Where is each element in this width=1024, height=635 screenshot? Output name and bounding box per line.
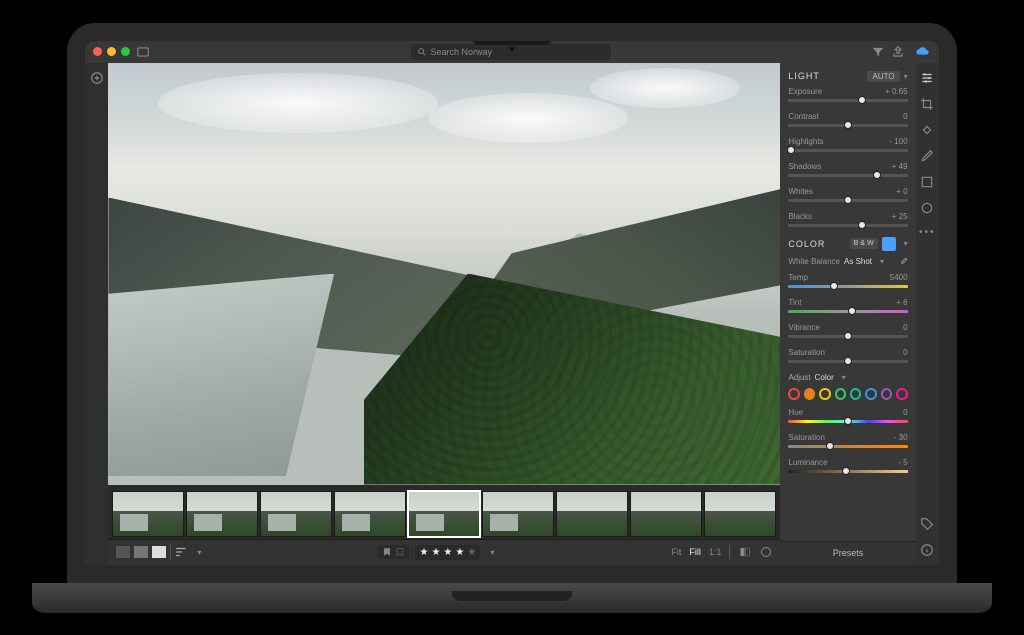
adjust-label: Adjust [788, 373, 810, 382]
presets-button[interactable]: Presets [780, 541, 915, 565]
slider-tint[interactable]: Tint+ 6 [788, 298, 907, 313]
tag-icon[interactable] [920, 517, 934, 531]
brush-icon[interactable] [920, 149, 934, 163]
thumb-5[interactable] [408, 491, 480, 537]
photo-canvas[interactable] [108, 63, 780, 485]
thumb-2[interactable] [186, 491, 258, 537]
zoom-ratio[interactable]: 1:1 [709, 547, 722, 557]
bottom-bar: ▾ ★★★★★ ▾ [108, 539, 780, 565]
tool-rail: ••• [916, 63, 939, 565]
info-panel-icon[interactable] [920, 543, 934, 557]
search-icon [417, 47, 427, 57]
thumb-6[interactable] [482, 491, 554, 537]
filter-icon[interactable] [871, 45, 885, 59]
edit-sliders-icon[interactable] [920, 71, 934, 85]
color-chevron-icon[interactable]: ▾ [904, 239, 908, 248]
left-rail [85, 63, 108, 565]
thumb-9[interactable] [704, 491, 776, 537]
flag-pick-icon[interactable] [382, 547, 392, 557]
color-section-title: COLOR [788, 239, 825, 249]
slider-exposure[interactable]: Exposure+ 0.65 [788, 87, 907, 102]
wb-label: White Balance [788, 257, 840, 266]
edit-panel: LIGHT AUTO ▾ Exposure+ 0.65 Contrast0 Hig… [780, 63, 915, 565]
zoom-fit[interactable]: Fit [671, 547, 681, 557]
share-icon[interactable] [891, 45, 905, 59]
swatch-3[interactable] [835, 388, 846, 400]
color-swatches [788, 388, 907, 400]
search-placeholder: Search Norway [431, 47, 493, 57]
swatch-0[interactable] [788, 388, 799, 400]
slider-blacks[interactable]: Blacks+ 25 [788, 212, 907, 227]
my-photos-icon[interactable] [136, 45, 150, 59]
light-chevron-icon[interactable]: ▾ [904, 72, 908, 81]
laptop-base [32, 583, 992, 613]
zoom-fill[interactable]: Fill [689, 547, 701, 557]
adjust-value[interactable]: Color [815, 373, 834, 382]
filmstrip[interactable] [108, 485, 780, 539]
rating-stars[interactable]: ★★★★★ [415, 545, 480, 560]
slider-shadows[interactable]: Shadows+ 49 [788, 162, 907, 177]
slider-saturation[interactable]: Saturation- 30 [788, 433, 907, 448]
grid-view-button[interactable] [116, 546, 130, 558]
thumb-4[interactable] [334, 491, 406, 537]
swatch-2[interactable] [819, 388, 830, 400]
bw-button[interactable]: B & W [850, 238, 878, 249]
window-close-button[interactable] [93, 47, 102, 56]
swatch-5[interactable] [865, 388, 876, 400]
slider-highlights[interactable]: Highlights- 100 [788, 137, 907, 152]
window-minimize-button[interactable] [107, 47, 116, 56]
swatch-4[interactable] [850, 388, 861, 400]
info-icon[interactable] [760, 546, 772, 558]
more-icon[interactable]: ••• [919, 227, 936, 238]
slider-whites[interactable]: Whites+ 0 [788, 187, 907, 202]
laptop-camera [510, 47, 514, 51]
compare-view-button[interactable] [152, 546, 166, 558]
linear-gradient-icon[interactable] [920, 175, 934, 189]
auto-button[interactable]: AUTO [867, 71, 899, 82]
laptop-camera-bar [472, 33, 552, 45]
slider-luminance[interactable]: Luminance- 5 [788, 458, 907, 473]
wb-value[interactable]: As Shot [844, 257, 872, 266]
sort-icon[interactable] [175, 547, 189, 557]
original-toggle-icon[interactable] [738, 546, 752, 558]
thumb-7[interactable] [556, 491, 628, 537]
swatch-6[interactable] [881, 388, 892, 400]
main-viewport: ▾ ★★★★★ ▾ [108, 63, 780, 565]
eyedropper-icon[interactable] [898, 257, 908, 267]
add-photo-icon[interactable] [90, 71, 104, 85]
slider-saturation[interactable]: Saturation0 [788, 348, 907, 363]
thumb-1[interactable] [112, 491, 184, 537]
healing-icon[interactable] [920, 123, 934, 137]
swatch-1[interactable] [804, 388, 815, 400]
thumb-3[interactable] [260, 491, 332, 537]
cloud-sync-icon[interactable] [915, 44, 931, 60]
crop-icon[interactable] [920, 97, 934, 111]
color-mode-button[interactable] [882, 237, 896, 251]
flag-reject-icon[interactable] [395, 547, 405, 557]
slider-hue[interactable]: Hue0 [788, 408, 907, 423]
thumb-8[interactable] [630, 491, 702, 537]
window-maximize-button[interactable] [121, 47, 130, 56]
slider-vibrance[interactable]: Vibrance0 [788, 323, 907, 338]
slider-contrast[interactable]: Contrast0 [788, 112, 907, 127]
swatch-7[interactable] [896, 388, 907, 400]
slider-temp[interactable]: Temp5400 [788, 273, 907, 288]
detail-view-button[interactable] [134, 546, 148, 558]
radial-gradient-icon[interactable] [920, 201, 934, 215]
light-section-title: LIGHT [788, 71, 820, 81]
